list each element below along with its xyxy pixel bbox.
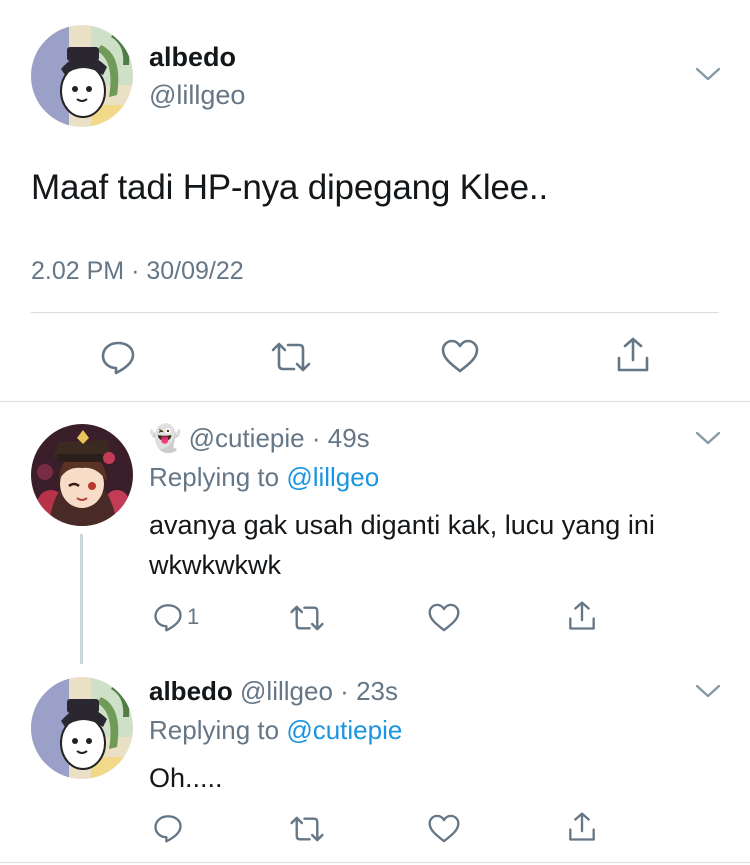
reply2-age: 23s <box>356 676 398 706</box>
reply1-text-line1: avanya gak usah diganti kak, lucu yang i… <box>149 510 655 540</box>
like-icon <box>441 339 479 373</box>
reply2-replying-to: Replying to @cutiepie <box>149 715 402 746</box>
hutao-avatar-icon <box>31 424 133 526</box>
ghost-emoji: 👻 <box>149 424 182 454</box>
like-button[interactable] <box>428 603 460 632</box>
avatar-cutiepie[interactable] <box>31 424 133 526</box>
retweet-icon <box>271 342 311 372</box>
share-icon <box>617 337 649 372</box>
retweet-icon <box>290 605 324 631</box>
reply2-handle[interactable]: @lillgeo <box>240 676 333 706</box>
replying-handle-link[interactable]: @lillgeo <box>286 462 379 492</box>
reply1-age: 49s <box>327 423 370 453</box>
reply1-handle[interactable]: @cutiepie <box>189 423 305 453</box>
share-button[interactable] <box>567 811 597 843</box>
retweet-icon <box>290 816 324 842</box>
reply-count: 1 <box>187 604 200 629</box>
reply1-replying-to: Replying to @lillgeo <box>149 462 379 493</box>
retweet-button[interactable] <box>289 815 325 843</box>
tweet-meta: 2.02 PM · 30/09/22 <box>31 257 244 286</box>
chevron-down-icon[interactable] <box>695 66 721 82</box>
thread-line <box>80 534 83 664</box>
section-divider <box>0 401 750 402</box>
retweet-button[interactable] <box>270 341 312 373</box>
tweet-time: 2.02 PM <box>31 257 125 285</box>
reply-icon <box>154 815 182 843</box>
divider <box>31 312 719 313</box>
reply-button[interactable] <box>153 813 183 843</box>
chevron-down-icon[interactable] <box>695 683 721 699</box>
avatar-albedo-reply[interactable] <box>31 677 133 779</box>
meta-separator: · <box>131 257 140 285</box>
albedo-avatar-icon <box>31 677 133 779</box>
tweet-date: 30/09/22 <box>146 257 244 285</box>
like-icon <box>428 814 460 843</box>
replying-prefix: Replying to <box>149 715 280 745</box>
avatar-albedo-main[interactable] <box>31 25 133 127</box>
reply1-header: 👻 @cutiepie · 49s <box>149 423 370 454</box>
chevron-down-icon[interactable] <box>695 430 721 446</box>
retweet-button[interactable] <box>289 604 325 632</box>
author-name[interactable]: albedo <box>149 42 236 73</box>
share-icon <box>569 812 595 841</box>
reply-button[interactable] <box>100 339 136 375</box>
albedo-avatar-icon <box>31 25 133 127</box>
reply2-text: Oh..... <box>149 763 223 793</box>
replying-handle-link[interactable]: @cutiepie <box>286 715 402 745</box>
reply-button[interactable]: 1 <box>153 602 199 632</box>
author-handle[interactable]: @lillgeo <box>149 80 245 111</box>
reply2-name[interactable]: albedo <box>149 676 233 706</box>
reply2-header: albedo @lillgeo · 23s <box>149 676 398 707</box>
meta-separator: · <box>311 423 321 453</box>
meta-separator: · <box>340 676 349 706</box>
like-button[interactable] <box>428 814 460 843</box>
bottom-divider <box>0 862 750 863</box>
reply1-text-line2: wkwkwkwk <box>149 550 281 580</box>
share-button[interactable] <box>567 600 597 632</box>
like-icon <box>428 603 460 632</box>
share-button[interactable] <box>615 336 651 374</box>
like-button[interactable] <box>441 339 479 373</box>
reply-icon <box>154 604 182 632</box>
tweet-text: Maaf tadi HP-nya dipegang Klee.. <box>31 168 548 207</box>
reply1-text: avanya gak usah diganti kak, lucu yang i… <box>149 505 655 585</box>
replying-prefix: Replying to <box>149 462 280 492</box>
reply-icon <box>101 341 135 375</box>
share-icon <box>569 601 595 630</box>
